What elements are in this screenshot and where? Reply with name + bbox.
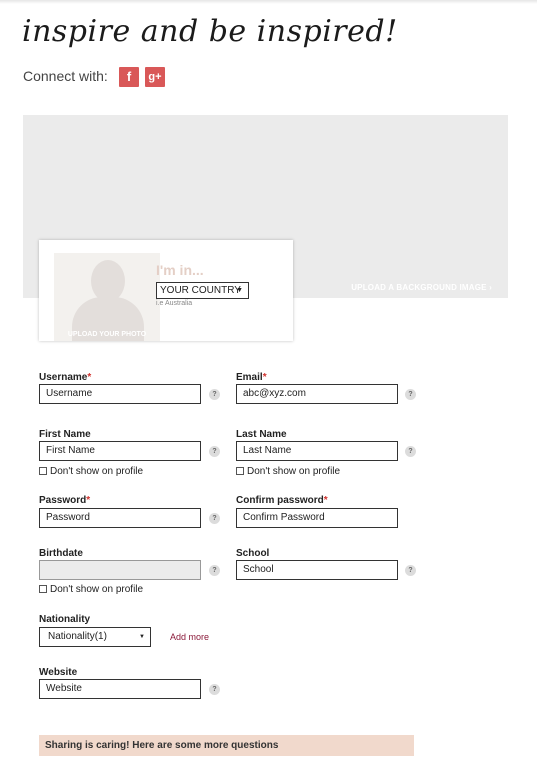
confirm-password-input[interactable]: Confirm Password (236, 508, 398, 528)
first-name-label: First Name (39, 429, 91, 440)
birthdate-input[interactable] (39, 560, 201, 580)
help-icon[interactable]: ? (405, 389, 416, 400)
required-mark: * (86, 495, 91, 506)
help-icon[interactable]: ? (405, 565, 416, 576)
avatar-placeholder[interactable]: UPLOAD YOUR PHOTO (54, 253, 160, 341)
email-input[interactable]: abc@xyz.com (236, 384, 398, 404)
nationality-select[interactable]: Nationality(1) ▼ (39, 627, 151, 647)
country-hint: i.e Australia (156, 300, 193, 307)
checkbox[interactable] (39, 467, 47, 475)
help-icon[interactable]: ? (209, 684, 220, 695)
password-input[interactable]: Password (39, 508, 201, 528)
birthdate-hide-checkbox[interactable]: Don't show on profile (39, 584, 143, 595)
upload-photo-label[interactable]: UPLOAD YOUR PHOTO (54, 331, 160, 338)
page-tagline: inspire and be inspired! (22, 14, 398, 49)
connect-label: Connect with: (23, 68, 108, 84)
password-label: Password* (39, 495, 91, 506)
google-plus-icon[interactable]: g+ (145, 67, 165, 87)
country-select[interactable]: YOUR COUNTRY ▼ (156, 282, 249, 299)
country-select-value: YOUR COUNTRY (160, 285, 241, 296)
avatar-head-icon (91, 260, 125, 302)
email-label: Email* (236, 372, 267, 383)
last-name-label: Last Name (236, 429, 287, 440)
facebook-icon[interactable]: f (119, 67, 139, 87)
profile-card: UPLOAD YOUR PHOTO I'm in... YOUR COUNTRY… (39, 240, 293, 341)
first-name-input[interactable]: First Name (39, 441, 201, 461)
sharing-section-header[interactable]: Sharing is caring! Here are some more qu… (39, 735, 414, 756)
website-label: Website (39, 667, 78, 678)
help-icon[interactable]: ? (209, 565, 220, 576)
nationality-select-value: Nationality(1) (48, 631, 107, 642)
required-mark: * (87, 372, 92, 383)
birthdate-label: Birthdate (39, 548, 83, 559)
school-input[interactable]: School (236, 560, 398, 580)
chevron-down-icon: ▼ (236, 287, 243, 294)
website-input[interactable]: Website (39, 679, 201, 699)
first-name-hide-checkbox[interactable]: Don't show on profile (39, 466, 143, 477)
add-more-link[interactable]: Add more (170, 632, 209, 642)
checkbox[interactable] (39, 585, 47, 593)
required-mark: * (323, 495, 328, 506)
chevron-down-icon: ▼ (139, 634, 145, 640)
username-label: Username* (39, 372, 92, 383)
checkbox[interactable] (236, 467, 244, 475)
nationality-label: Nationality (39, 614, 91, 625)
last-name-hide-checkbox[interactable]: Don't show on profile (236, 466, 340, 477)
help-icon[interactable]: ? (209, 513, 220, 524)
last-name-input[interactable]: Last Name (236, 441, 398, 461)
username-input[interactable]: Username (39, 384, 201, 404)
upload-background-link[interactable]: UPLOAD A BACKGROUND IMAGE › (351, 283, 492, 292)
top-divider (0, 0, 537, 4)
school-label: School (236, 548, 270, 559)
im-in-heading: I'm in... (156, 262, 204, 278)
help-icon[interactable]: ? (209, 446, 220, 457)
help-icon[interactable]: ? (209, 389, 220, 400)
required-mark: * (262, 372, 267, 383)
confirm-password-label: Confirm password* (236, 495, 328, 506)
help-icon[interactable]: ? (405, 446, 416, 457)
